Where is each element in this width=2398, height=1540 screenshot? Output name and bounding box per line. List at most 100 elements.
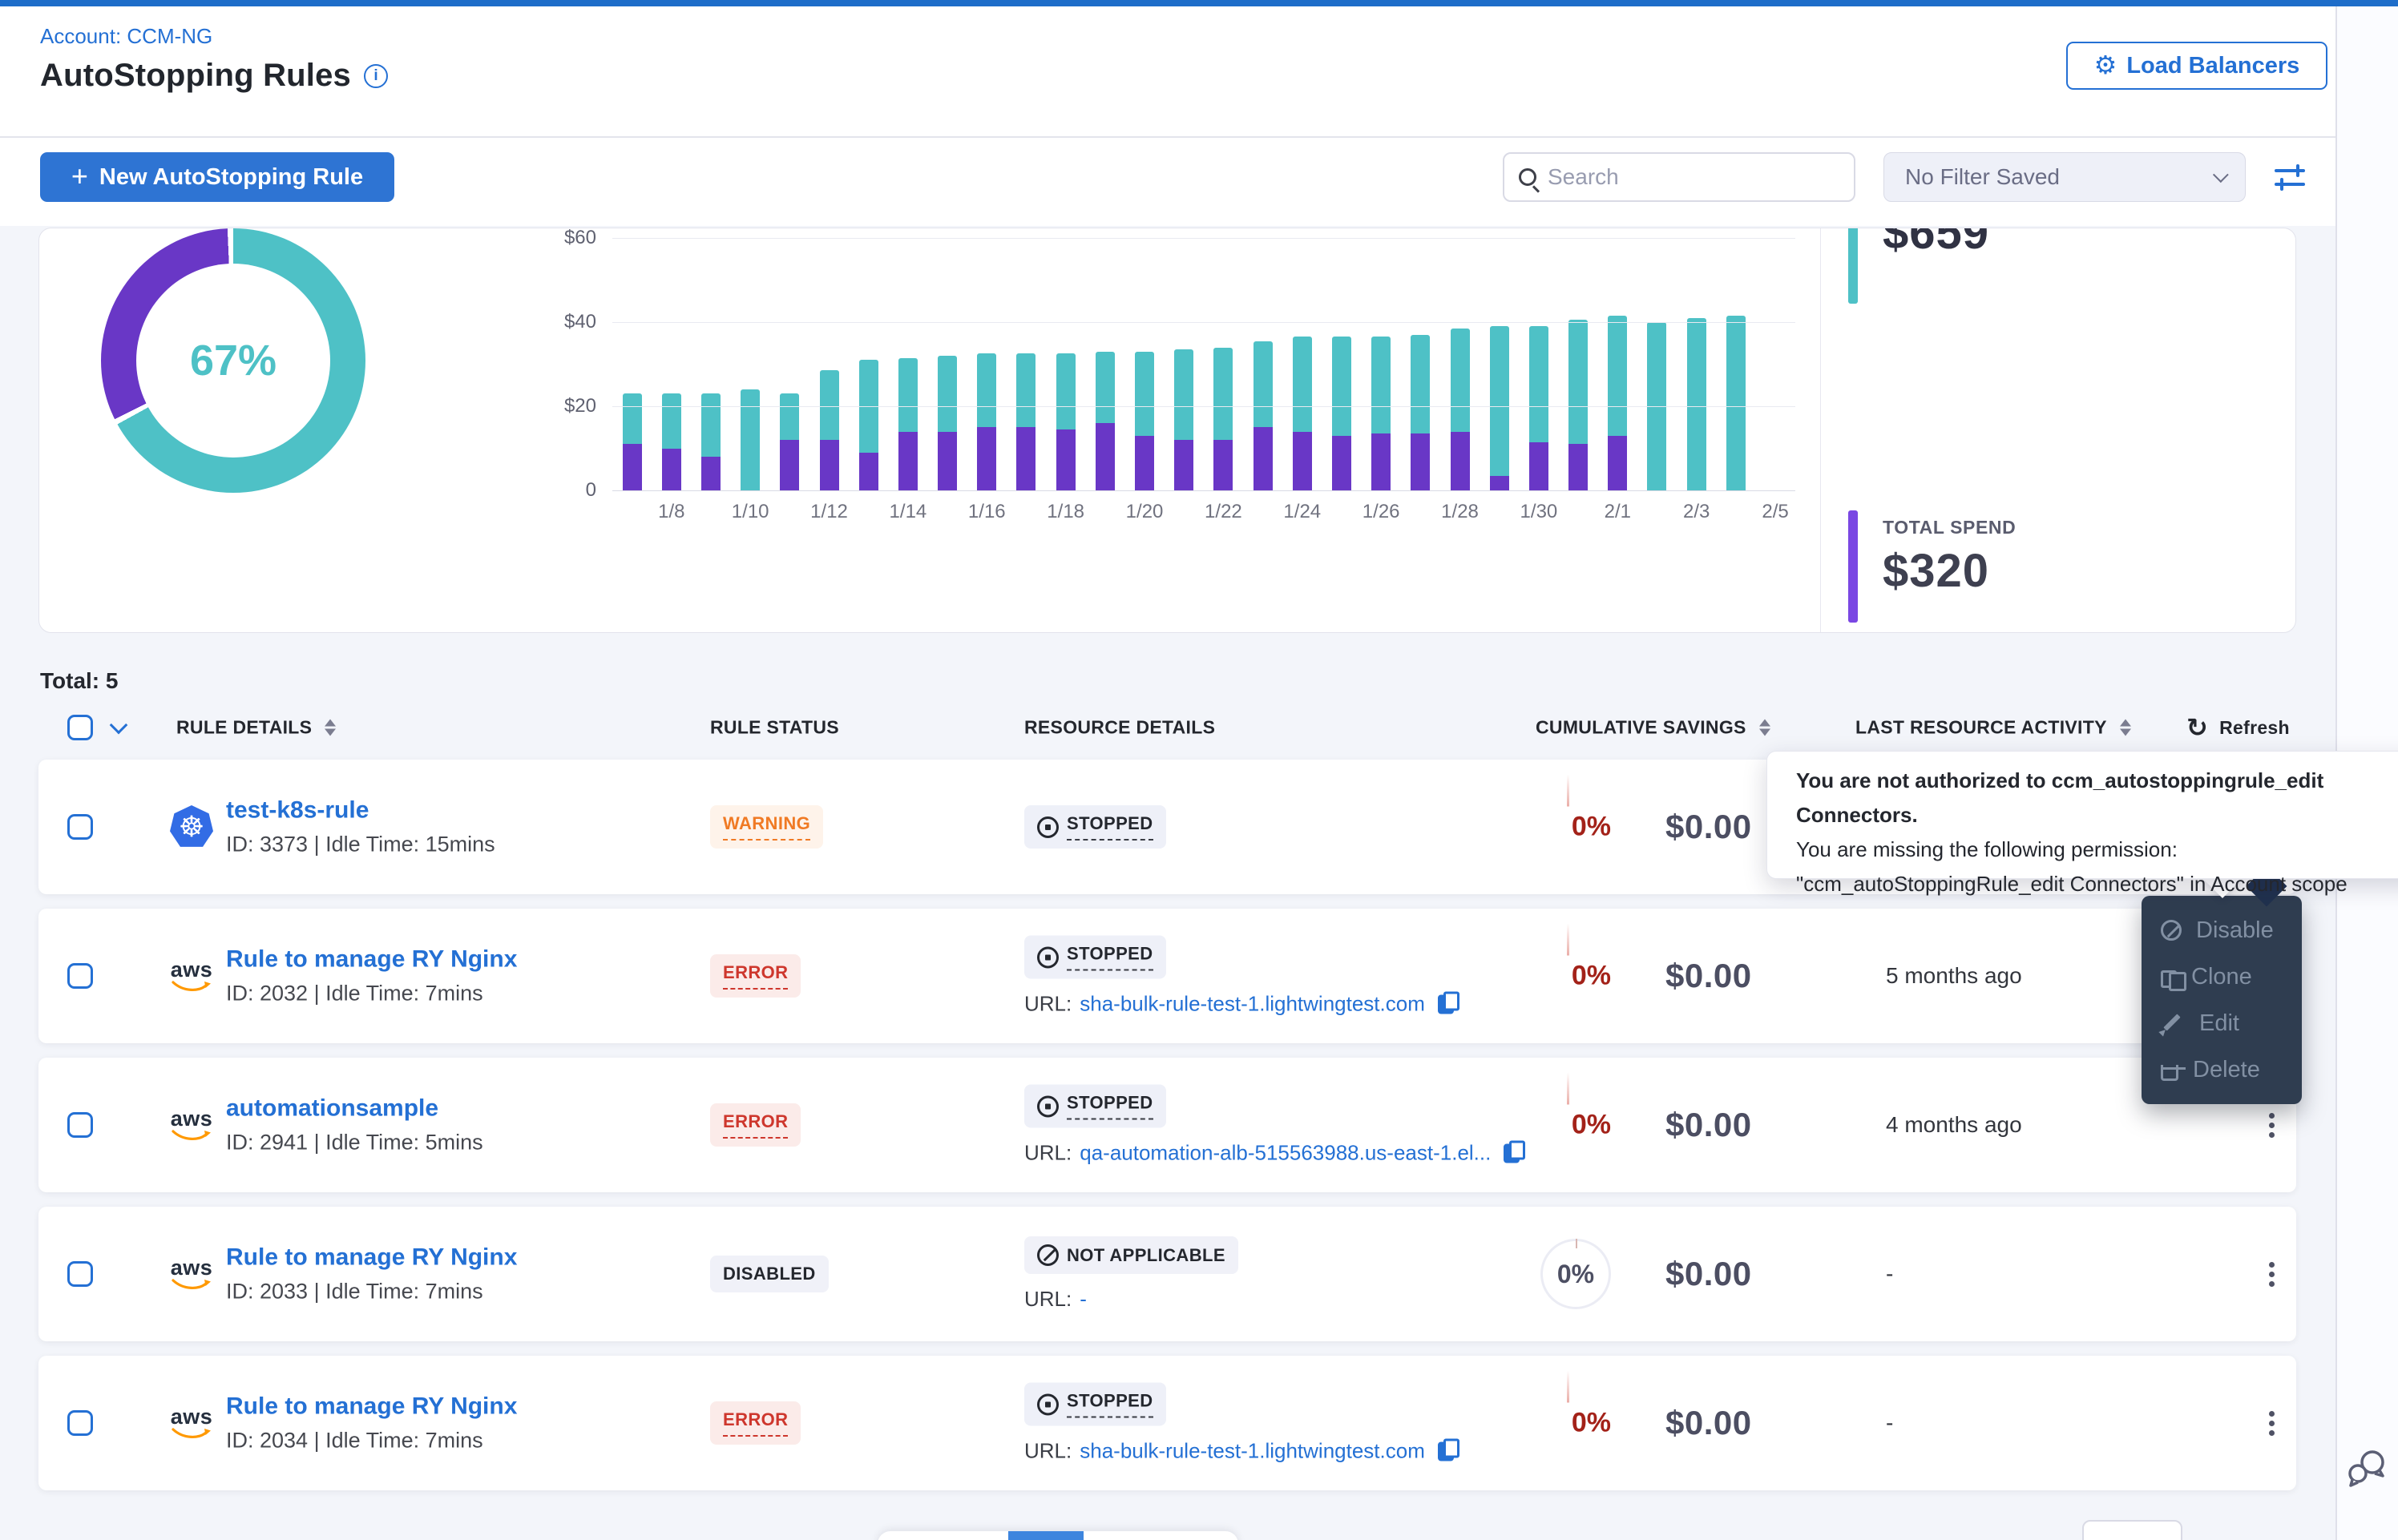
savings-segment: [662, 393, 681, 448]
rule-name-link[interactable]: Rule to manage RY Nginx: [226, 1393, 517, 1421]
resource-url-line: URL:sha-bulk-rule-test-1.lightwingtest.c…: [1024, 992, 1454, 1017]
spend-segment: [1608, 436, 1627, 490]
savings-percentage: 0%: [1572, 1110, 1611, 1140]
rule-name-link[interactable]: automationsample: [226, 1095, 483, 1123]
savings-segment: [1332, 337, 1351, 435]
savings-segment: [1568, 320, 1588, 444]
resource-state-label: NOT APPLICABLE: [1067, 1245, 1225, 1266]
spend-segment: [1174, 440, 1193, 490]
row-options-menu-button[interactable]: [2255, 1258, 2287, 1290]
refresh-button[interactable]: Refresh: [2186, 712, 2290, 743]
search-input[interactable]: [1548, 164, 1839, 190]
savings-hairline: [1567, 1371, 1569, 1403]
savings-segment: [938, 356, 957, 432]
column-rule-details[interactable]: RULE DETAILS: [176, 717, 336, 739]
rule-meta: ID: 3373 | Idle Time: 15mins: [226, 832, 495, 857]
bar-1/17: [1007, 238, 1046, 490]
new-rule-label: New AutoStopping Rule: [99, 164, 363, 191]
resource-url-link[interactable]: -: [1080, 1287, 1087, 1312]
resource-url-link[interactable]: sha-bulk-rule-test-1.lightwingtest.com: [1080, 992, 1425, 1017]
row-checkbox[interactable]: [67, 963, 93, 989]
rule-details-cell: Rule to manage RY NginxID: 2033 | Idle T…: [226, 1244, 517, 1304]
new-autostopping-rule-button[interactable]: New AutoStopping Rule: [40, 152, 394, 202]
provider-cell: aws: [168, 1406, 215, 1440]
savings-segment: [1254, 341, 1273, 428]
copy-icon[interactable]: [1438, 1441, 1454, 1461]
rule-name-link[interactable]: test-k8s-rule: [226, 797, 495, 824]
spend-segment: [1135, 436, 1154, 490]
select-all-checkbox[interactable]: [67, 715, 93, 740]
bar-stack: [1213, 348, 1233, 491]
bar-stack: [859, 360, 878, 490]
resource-state-label: STOPPED: [1067, 1093, 1153, 1120]
column-last-resource-activity[interactable]: LAST RESOURCE ACTIVITY: [1855, 717, 2131, 739]
savings-donut-chart: 67%: [101, 228, 365, 493]
info-icon[interactable]: [364, 64, 388, 88]
bar-1/31: [1559, 238, 1598, 490]
resource-details-cell: STOPPEDURL:sha-bulk-rule-test-1.lightwin…: [1024, 936, 1454, 1017]
rule-details-cell: Rule to manage RY NginxID: 2034 | Idle T…: [226, 1393, 517, 1453]
row-checkbox[interactable]: [67, 1112, 93, 1138]
select-menu-chevron-icon[interactable]: [110, 716, 128, 735]
row-options-menu-button[interactable]: [2255, 1109, 2287, 1141]
resource-details-cell: STOPPEDURL:sha-bulk-rule-test-1.lightwin…: [1024, 1383, 1454, 1464]
row-checkbox[interactable]: [67, 1261, 93, 1287]
row-checkbox[interactable]: [67, 814, 93, 840]
spend-segment: [1490, 476, 1509, 490]
provider-cell: aws: [168, 1108, 215, 1142]
resource-url-link[interactable]: qa-automation-alb-515563988.us-east-1.el…: [1080, 1141, 1491, 1166]
copy-icon[interactable]: [1438, 994, 1454, 1014]
filter-select[interactable]: No Filter Saved: [1883, 152, 2246, 202]
spend-segment: [820, 440, 839, 490]
sort-icon: [1759, 720, 1770, 736]
savings-ring: 0%: [1540, 1239, 1611, 1309]
bar-1/24: 1/24: [1282, 238, 1322, 490]
savings-segment: [1293, 337, 1312, 431]
bar-stack: [1490, 326, 1509, 490]
spend-marker: [1848, 510, 1858, 623]
status-badge-label: DISABLED: [723, 1264, 816, 1284]
table-header: RULE DETAILS RULE STATUS RESOURCE DETAIL…: [38, 702, 2296, 753]
menu-item-edit[interactable]: Edit: [2142, 1000, 2302, 1046]
page-size-select[interactable]: [2082, 1520, 2182, 1540]
url-label: URL:: [1024, 1287, 1072, 1312]
copy-icon[interactable]: [1504, 1143, 1520, 1163]
donut-percentage: 67%: [190, 336, 277, 385]
spend-segment: [1213, 440, 1233, 490]
bar-1/25: [1322, 238, 1361, 490]
column-cumulative-savings[interactable]: CUMULATIVE SAVINGS: [1536, 717, 1770, 739]
resource-details-cell: STOPPEDURL:qa-automation-alb-515563988.u…: [1024, 1085, 1520, 1166]
menu-item-delete[interactable]: Delete: [2142, 1046, 2302, 1093]
account-breadcrumb[interactable]: Account: CCM-NG: [40, 24, 212, 49]
menu-item-clone[interactable]: Clone: [2142, 953, 2302, 1000]
row-checkbox[interactable]: [67, 1410, 93, 1436]
resource-state-badge: STOPPED: [1024, 805, 1166, 849]
bar-stack: [1016, 353, 1036, 490]
filter-sliders-icon[interactable]: [2275, 159, 2310, 197]
row-options-menu-button[interactable]: [2255, 1407, 2287, 1439]
resource-url-link[interactable]: sha-bulk-rule-test-1.lightwingtest.com: [1080, 1439, 1425, 1464]
savings-percentage: 0%: [1557, 1260, 1594, 1289]
menu-item-disable[interactable]: Disable: [2142, 907, 2302, 953]
chat-help-icon[interactable]: [2347, 1447, 2388, 1489]
aws-icon: aws: [171, 1406, 213, 1440]
disable-icon: [2161, 920, 2182, 941]
spend-segment: [859, 453, 878, 490]
rule-status-cell: DISABLED: [710, 1256, 829, 1292]
rule-name-link[interactable]: Rule to manage RY Nginx: [226, 946, 517, 974]
spend-segment: [977, 427, 996, 490]
x-axis-tick: 1/20: [1124, 501, 1164, 523]
rule-meta: ID: 2941 | Idle Time: 5mins: [226, 1131, 483, 1155]
bar-stack: [1254, 341, 1273, 490]
resource-state-label: STOPPED: [1067, 813, 1153, 841]
bar-stack: [977, 353, 996, 490]
permission-tooltip: You are not authorized to ccm_autostoppi…: [1766, 751, 2398, 879]
aws-logo-text: aws: [171, 959, 213, 981]
x-axis-tick: 2/1: [1598, 501, 1637, 523]
x-axis-tick: 2/3: [1677, 501, 1716, 523]
load-balancers-button[interactable]: Load Balancers: [2066, 42, 2327, 90]
savings-segment: [1135, 352, 1154, 436]
savings-segment: [1371, 337, 1391, 433]
active-page-button[interactable]: [1008, 1531, 1084, 1540]
rule-name-link[interactable]: Rule to manage RY Nginx: [226, 1244, 517, 1272]
